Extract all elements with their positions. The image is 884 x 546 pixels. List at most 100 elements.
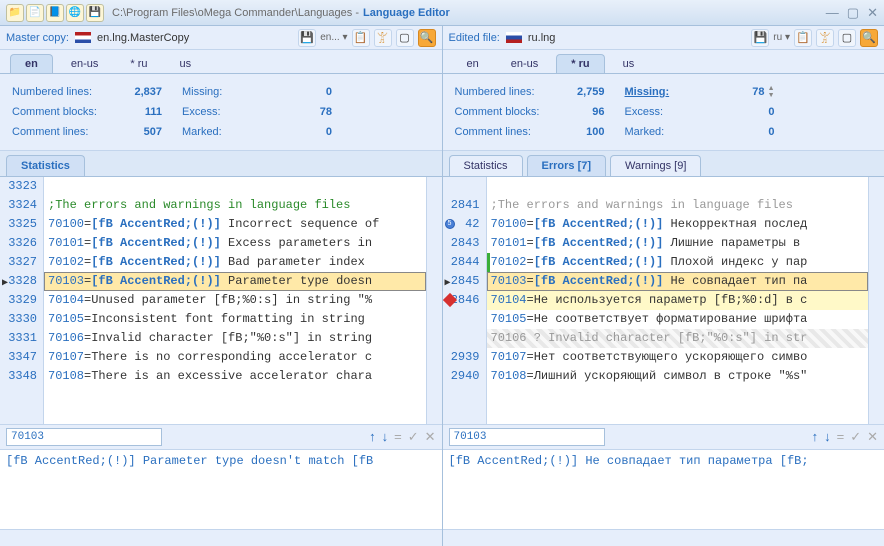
stat-label: Numbered lines: [12, 86, 112, 98]
minimize-button[interactable]: — [826, 5, 839, 21]
right-lang-dropdown[interactable]: ru ▾ [773, 32, 790, 43]
code-line[interactable]: 70103=[fB AccentRed;(!)] Parameter type … [44, 272, 426, 291]
code-lines[interactable]: ;The errors and warnings in language fil… [44, 177, 426, 424]
code-line[interactable]: 70103=[fB AccentRed;(!)] Не совпадает ти… [487, 272, 869, 291]
code-line[interactable]: 70107=Нет соответствующего ускоряющего с… [487, 348, 869, 367]
code-line[interactable]: 70108=There is an excessive accelerator … [44, 367, 426, 386]
line-number: 2939 [443, 348, 480, 367]
right-edit-bar: ↑ ↓ = ✓ ✕ [443, 424, 884, 450]
line-number: ▶3328 [0, 272, 37, 291]
left-tag-icon[interactable]: ▢ [396, 29, 414, 47]
right-file-tabs: enen-us* ru us [443, 50, 884, 74]
vertical-scrollbar[interactable] [868, 177, 884, 424]
tb-icon-4[interactable]: 🌐 [66, 4, 84, 22]
code-line[interactable]: 70100=[fB AccentRed;(!)] Incorrect seque… [44, 215, 426, 234]
right-file-tab-1[interactable]: en-us [497, 55, 553, 73]
code-line[interactable]: 70106 ? Invalid character [fB;"%0:s"] in… [487, 329, 869, 348]
code-line[interactable]: 70105=Inconsistent font formatting in st… [44, 310, 426, 329]
stat-value: 100 [555, 126, 605, 138]
code-line[interactable]: 70105=Не соответствует форматирование шр… [487, 310, 869, 329]
stat-label[interactable]: Missing: [625, 86, 725, 98]
left-file-tabs: enen-us* ru us [0, 50, 442, 74]
left-search-icon[interactable]: 🔍 [418, 29, 436, 47]
left-code-area[interactable]: 33233324332533263327▶3328332933303331334… [0, 177, 442, 424]
code-line[interactable]: 70101=[fB AccentRed;(!)] Лишние параметр… [487, 234, 869, 253]
check-icon[interactable]: ✓ [850, 429, 861, 445]
maximize-button[interactable]: ▢ [847, 5, 859, 21]
window-path: C:\Program Files\oMega Commander\Languag… [112, 7, 359, 19]
right-edit-textarea[interactable]: [fB AccentRed;(!)] Не совпадает тип пара… [443, 450, 884, 530]
right-header-tools: 💾 ru ▾ 📋 𓀠 ▢ 🔍 [751, 29, 878, 47]
cancel-icon[interactable]: ✕ [867, 429, 878, 445]
horizontal-scrollbar[interactable] [443, 530, 884, 546]
right-run-icon[interactable]: 𓀠 [816, 29, 834, 47]
horizontal-scrollbar[interactable] [0, 530, 442, 546]
left-run-icon[interactable]: 𓀠 [374, 29, 392, 47]
left-header-label: Master copy: [6, 32, 69, 44]
code-line[interactable]: 70107=There is no corresponding accelera… [44, 348, 426, 367]
up-arrow-icon[interactable]: ↑ [369, 429, 376, 445]
line-number: 3323 [0, 177, 37, 196]
code-line[interactable] [44, 177, 426, 196]
right-code-area[interactable]: 284154228432844▶2845284629392940;The err… [443, 177, 884, 424]
equals-icon[interactable]: = [394, 429, 402, 445]
left-file-tab-2[interactable]: * ru [116, 55, 161, 73]
stat-value: 111 [112, 106, 162, 118]
code-line[interactable]: 70102=[fB AccentRed;(!)] Bad parameter i… [44, 253, 426, 272]
vertical-scrollbar[interactable] [426, 177, 442, 424]
right-filename: ru.lng [528, 32, 556, 44]
right-tag-icon[interactable]: ▢ [838, 29, 856, 47]
cancel-icon[interactable]: ✕ [425, 429, 436, 445]
code-line[interactable]: 70100=[fB AccentRed;(!)] Некорректная по… [487, 215, 869, 234]
left-panel: Master copy: en.lng.MasterCopy 💾 en... ▾… [0, 26, 443, 546]
right-copy-icon[interactable]: 📋 [794, 29, 812, 47]
down-arrow-icon[interactable]: ↓ [824, 429, 831, 445]
check-icon[interactable]: ✓ [408, 429, 419, 445]
left-file-tab-3[interactable]: us [166, 55, 206, 73]
code-line[interactable]: 70106=Invalid character [fB;"%0:s"] in s… [44, 329, 426, 348]
right-sub-tab-1[interactable]: Errors [7] [527, 155, 607, 176]
left-edit-textarea[interactable]: [fB AccentRed;(!)] Parameter type doesn'… [0, 450, 442, 530]
left-save-icon[interactable]: 💾 [298, 29, 316, 47]
line-number: 2843 [443, 234, 480, 253]
right-panel: Edited file: ru.lng 💾 ru ▾ 📋 𓀠 ▢ 🔍 enen-… [443, 26, 884, 546]
tb-icon-5[interactable]: 💾 [86, 4, 104, 22]
up-arrow-icon[interactable]: ↑ [812, 429, 819, 445]
left-edit-id-input[interactable] [6, 428, 162, 446]
left-copy-icon[interactable]: 📋 [352, 29, 370, 47]
line-number: 3330 [0, 310, 37, 329]
right-search-icon[interactable]: 🔍 [860, 29, 878, 47]
code-line[interactable]: 70102=[fB AccentRed;(!)] Плохой индекс у… [487, 253, 869, 272]
code-line[interactable]: ;The errors and warnings in language fil… [487, 196, 869, 215]
left-file-tab-0[interactable]: en [10, 54, 53, 73]
code-line[interactable]: 70104=Не используется параметр [fB;%0:d]… [487, 291, 869, 310]
tb-icon-2[interactable]: 📄 [26, 4, 44, 22]
code-line[interactable]: 70108=Лишний ускоряющий символ в строке … [487, 367, 869, 386]
stat-value: 0 [282, 126, 332, 138]
code-line[interactable]: 70104=Unused parameter [fB;%0:s] in stri… [44, 291, 426, 310]
code-lines[interactable]: ;The errors and warnings in language fil… [487, 177, 869, 424]
right-file-tab-2[interactable]: * ru [556, 54, 604, 73]
right-file-tab-0[interactable]: en [453, 55, 493, 73]
left-sub-tab-0[interactable]: Statistics [6, 155, 85, 176]
down-arrow-icon[interactable]: ↓ [382, 429, 389, 445]
stat-label: Numbered lines: [455, 86, 555, 98]
code-line[interactable] [487, 177, 869, 196]
code-line[interactable]: 70101=[fB AccentRed;(!)] Excess paramete… [44, 234, 426, 253]
code-line[interactable]: ;The errors and warnings in language fil… [44, 196, 426, 215]
right-save-icon[interactable]: 💾 [751, 29, 769, 47]
equals-icon[interactable]: = [837, 429, 845, 445]
right-sub-tab-2[interactable]: Warnings [9] [610, 155, 701, 176]
close-button[interactable]: ✕ [867, 5, 878, 21]
stat-label: Comment lines: [455, 126, 555, 138]
tb-icon-1[interactable]: 📁 [6, 4, 24, 22]
left-file-tab-1[interactable]: en-us [57, 55, 113, 73]
right-edit-id-input[interactable] [449, 428, 605, 446]
tb-icon-3[interactable]: 📘 [46, 4, 64, 22]
right-file-tab-3[interactable]: us [609, 55, 649, 73]
line-number: 3326 [0, 234, 37, 253]
stat-value: 0 [725, 126, 775, 138]
left-lang-dropdown[interactable]: en... ▾ [320, 32, 347, 43]
right-sub-tab-0[interactable]: Statistics [449, 155, 523, 176]
line-number: 2841 [443, 196, 480, 215]
